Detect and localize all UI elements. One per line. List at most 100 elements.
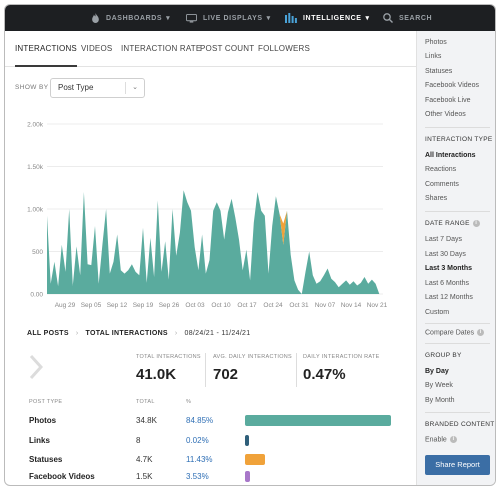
top-nav: DASHBOARDS ▾ LIVE DISPLAYS ▾ INTELLIGENC… — [5, 5, 495, 31]
filter-item-statuses[interactable]: Statuses — [425, 68, 452, 75]
tab-post-count[interactable]: POST COUNT — [200, 31, 254, 67]
branded-enable[interactable]: Enable i — [425, 436, 457, 443]
group-by-month[interactable]: By Month — [425, 397, 455, 404]
breadcrumb-date-range: 08/24/21 - 11/24/21 — [184, 330, 251, 337]
chevron-right-icon: › — [174, 330, 178, 337]
nav-dashboards-label: DASHBOARDS — [106, 14, 163, 22]
date-range-heading-label: DATE RANGE — [425, 220, 470, 228]
date-range-custom[interactable]: Custom — [425, 309, 449, 316]
x-tick-label: Aug 29 — [55, 302, 76, 309]
row-post-type: Statuses — [29, 455, 63, 464]
stat-value: 702 — [213, 366, 239, 383]
row-total: 1.5K — [136, 472, 153, 481]
tab-interactions[interactable]: INTERACTIONS — [15, 31, 77, 67]
divider — [425, 323, 490, 324]
interactions-chart: 0.00 500 1.00k 1.50k 2.00k Aug 29 Sep 05 Sep 12… — [27, 122, 388, 310]
filter-item-photos[interactable]: Photos — [425, 39, 447, 46]
row-percent: 84.85% — [186, 416, 214, 425]
divider — [425, 127, 490, 128]
x-tick-label: Oct 03 — [185, 302, 205, 309]
divider — [296, 353, 297, 387]
compare-dates[interactable]: Compare Dates i — [425, 329, 485, 336]
filter-panel: Photos Links Statuses Facebook Videos Fa… — [416, 31, 495, 485]
search-icon — [383, 13, 393, 23]
filter-item-links[interactable]: Links — [425, 53, 441, 60]
info-icon[interactable]: i — [449, 436, 457, 443]
stat-label: AVG. DAILY INTERACTIONS — [213, 354, 293, 360]
date-range-heading: DATE RANGE i — [425, 220, 480, 227]
interaction-all[interactable]: All Interactions — [425, 152, 476, 159]
divider — [425, 412, 490, 413]
row-total: 4.7K — [136, 455, 153, 464]
breadcrumb: ALL POSTS › TOTAL INTERACTIONS › 08/24/2… — [27, 330, 250, 337]
breadcrumb-all-posts[interactable]: ALL POSTS — [27, 330, 69, 337]
x-tick-label: Oct 17 — [237, 302, 257, 309]
interaction-reactions[interactable]: Reactions — [425, 166, 456, 173]
x-tick-label: Sep 05 — [81, 302, 102, 309]
share-bar — [245, 435, 249, 446]
interaction-shares[interactable]: Shares — [425, 195, 447, 202]
bar-chart-icon — [285, 13, 297, 23]
x-tick-label: Oct 10 — [211, 302, 231, 309]
nav-search[interactable]: SEARCH — [383, 5, 432, 31]
tab-interaction-rate[interactable]: INTERACTION RATE — [121, 31, 201, 67]
date-range-7-days[interactable]: Last 7 Days — [425, 236, 462, 243]
chevron-right-icon[interactable] — [29, 354, 43, 380]
show-by-label: SHOW BY — [15, 84, 49, 91]
tab-videos[interactable]: VIDEOS — [81, 31, 112, 67]
show-by-select[interactable]: Post Type ⌄ — [50, 78, 145, 98]
stat-value: 0.47% — [303, 366, 346, 383]
info-icon[interactable]: i — [477, 329, 485, 336]
tab-followers[interactable]: FOLLOWERS — [258, 31, 310, 67]
group-by-day[interactable]: By Day — [425, 368, 449, 375]
chevron-down-icon: ▾ — [166, 15, 171, 22]
row-total: 8 — [136, 436, 141, 445]
row-post-type: Facebook Videos — [29, 472, 95, 481]
row-total: 34.8K — [136, 416, 157, 425]
monitor-icon — [186, 13, 197, 23]
row-percent: 0.02% — [186, 436, 209, 445]
share-report-button[interactable]: Share Report — [425, 455, 490, 475]
filter-item-other-videos[interactable]: Other Videos — [425, 111, 466, 118]
share-bar — [245, 415, 391, 426]
chevron-right-icon: › — [75, 330, 79, 337]
row-post-type: Photos — [29, 416, 57, 425]
group-by-week[interactable]: By Week — [425, 382, 453, 389]
stat-value: 41.0K — [136, 366, 177, 383]
y-tick-label: 2.00k — [27, 122, 44, 129]
date-range-3-months[interactable]: Last 3 Months — [425, 265, 472, 272]
divider — [205, 353, 206, 387]
filter-item-facebook-videos[interactable]: Facebook Videos — [425, 82, 479, 89]
y-tick-label: 1.00k — [27, 207, 44, 214]
nav-dashboards[interactable]: DASHBOARDS ▾ — [91, 5, 170, 31]
interaction-comments[interactable]: Comments — [425, 181, 459, 188]
stat-total-interactions: TOTAL INTERACTIONS 41.0K — [136, 354, 201, 383]
stat-avg-daily: AVG. DAILY INTERACTIONS 702 — [213, 354, 292, 383]
interaction-type-heading: INTERACTION TYPE — [425, 136, 493, 143]
column-header-total: TOTAL — [136, 399, 155, 405]
x-tick-label: Nov 07 — [315, 302, 336, 309]
breadcrumb-metric[interactable]: TOTAL INTERACTIONS — [86, 330, 168, 337]
column-header-percent: % — [186, 399, 192, 405]
filter-item-facebook-live[interactable]: Facebook Live — [425, 97, 471, 104]
row-percent: 11.43% — [186, 455, 213, 464]
date-range-6-months[interactable]: Last 6 Months — [425, 280, 469, 287]
metric-tabs: INTERACTIONS VIDEOS INTERACTION RATE POS… — [5, 31, 416, 67]
show-by-value: Post Type — [58, 83, 94, 92]
nav-live-displays-label: LIVE DISPLAYS — [203, 14, 263, 22]
date-range-30-days[interactable]: Last 30 Days — [425, 251, 466, 258]
date-range-12-months[interactable]: Last 12 Months — [425, 294, 473, 301]
nav-live-displays[interactable]: LIVE DISPLAYS ▾ — [186, 5, 271, 31]
divider — [425, 343, 490, 344]
x-tick-label: Sep 12 — [107, 302, 128, 309]
stat-daily-rate: DAILY INTERACTION RATE 0.47% — [303, 354, 380, 383]
flame-icon — [92, 13, 99, 23]
nav-intelligence[interactable]: INTELLIGENCE ▾ — [285, 5, 370, 31]
x-tick-label: Sep 19 — [133, 302, 154, 309]
group-by-heading: GROUP BY — [425, 352, 462, 359]
branded-enable-label: Enable — [425, 436, 447, 444]
row-percent: 3.53% — [186, 472, 209, 481]
info-icon[interactable]: i — [472, 220, 480, 227]
x-tick-label: Sep 26 — [159, 302, 180, 309]
chevron-down-icon: ▾ — [266, 15, 271, 22]
